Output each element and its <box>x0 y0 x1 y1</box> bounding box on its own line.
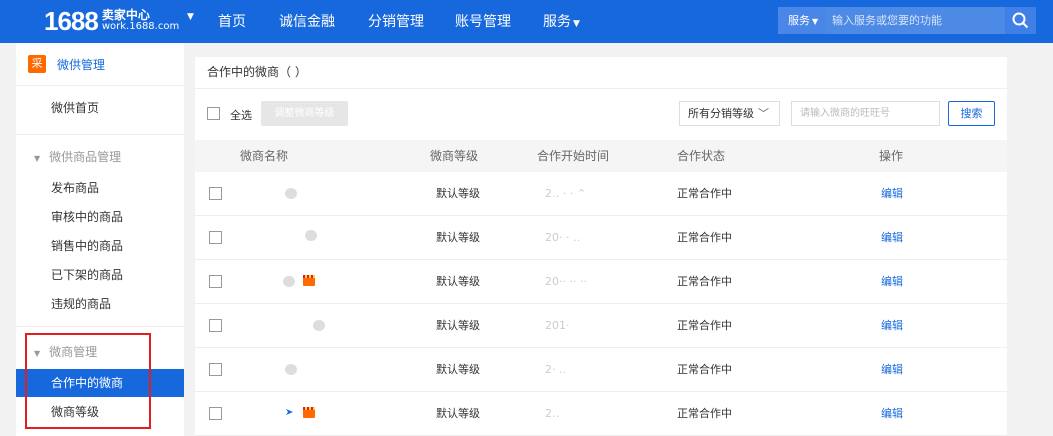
avatar-icon <box>285 188 297 199</box>
logo-subtitle: work.1688.com <box>101 21 180 32</box>
adjust-level-button[interactable]: 调整微商等级 <box>261 101 348 126</box>
sidebar-group-goods[interactable]: ▼ 微供商品管理 <box>16 143 184 171</box>
shop-icon <box>303 275 315 286</box>
row-level: 默认等级 <box>436 407 480 420</box>
highlight-box <box>25 333 151 429</box>
row-checkbox[interactable] <box>209 407 222 420</box>
sidebar-item-offshelf[interactable]: 已下架的商品 <box>16 261 184 289</box>
col-start-date: 合作开始时间 <box>537 149 610 163</box>
col-status: 合作状态 <box>677 149 726 163</box>
row-status: 正常合作中 <box>677 319 732 332</box>
row-level: 默认等级 <box>436 275 480 288</box>
search-scope-select[interactable]: 服务 ▼ <box>778 7 825 34</box>
col-action: 操作 <box>879 149 904 163</box>
sidebar-item-reviewing[interactable]: 审核中的商品 <box>16 203 184 231</box>
row-checkbox[interactable] <box>209 363 222 376</box>
select-all-checkbox[interactable] <box>207 107 220 120</box>
edit-link[interactable]: 编辑 <box>881 304 903 348</box>
logo[interactable]: 1688 卖家中心 work.1688.com <box>44 8 179 34</box>
edit-link[interactable]: 编辑 <box>881 348 903 392</box>
sidebar-item-selling[interactable]: 销售中的商品 <box>16 232 184 260</box>
table-row: 默认等级 2‥ 正常合作中 编辑 <box>195 392 1007 436</box>
sidebar-item-publish[interactable]: 发布商品 <box>16 174 184 202</box>
row-checkbox[interactable] <box>209 231 222 244</box>
row-level: 默认等级 <box>436 363 480 376</box>
table-row: 默认等级 2· ‥ 正常合作中 编辑 <box>195 348 1007 392</box>
nav-home[interactable]: 首页 <box>218 13 246 31</box>
row-checkbox[interactable] <box>209 319 222 332</box>
avatar-icon <box>313 320 325 331</box>
row-date: 2‥ <box>545 407 560 420</box>
top-bar: 1688 卖家中心 work.1688.com ▼ 首页 诚信金融 分销管理 账… <box>0 0 1053 43</box>
search-button[interactable] <box>1005 7 1036 34</box>
table-row: 默认等级 2‥ · · ⌃ 正常合作中 编辑 <box>195 172 1007 216</box>
table-header: 微商名称 微商等级 合作开始时间 合作状态 操作 <box>195 140 1007 172</box>
sidebar-item-home[interactable]: 微供首页 <box>16 94 184 122</box>
table-row: 默认等级 201· 正常合作中 编辑 <box>195 304 1007 348</box>
divider <box>16 134 184 135</box>
row-status: 正常合作中 <box>677 231 732 244</box>
caret-down-icon: ▼ <box>573 19 580 29</box>
search-icon <box>1012 12 1029 29</box>
avatar-icon <box>285 364 297 375</box>
search-input[interactable] <box>825 7 1005 34</box>
avatar-icon <box>305 230 317 241</box>
caret-down-icon: ▼ <box>812 17 819 26</box>
col-level: 微商等级 <box>430 149 479 163</box>
edit-link[interactable]: 编辑 <box>881 172 903 216</box>
sidebar-header: 采 微供管理 <box>16 43 184 86</box>
row-level: 默认等级 <box>436 319 480 332</box>
row-status: 正常合作中 <box>677 363 732 376</box>
search-button[interactable]: 搜索 <box>948 101 995 126</box>
page-title: 合作中的微商（ ） <box>207 65 307 79</box>
main-panel: 合作中的微商（ ） 全选 调整微商等级 所有分销等级﹀ 搜索 微商名称 微商等级… <box>195 57 1007 436</box>
caret-down-icon[interactable]: ▼ <box>187 12 194 22</box>
sidebar-item-violation[interactable]: 违规的商品 <box>16 290 184 318</box>
table-row: 默认等级 20·· ·· ·· 正常合作中 编辑 <box>195 260 1007 304</box>
row-level: 默认等级 <box>436 187 480 200</box>
global-search: 服务 ▼ <box>778 7 1036 34</box>
row-level: 默认等级 <box>436 231 480 244</box>
divider <box>16 326 184 327</box>
row-checkbox[interactable] <box>209 187 222 200</box>
sidebar-title[interactable]: 微供管理 <box>57 56 105 73</box>
row-checkbox[interactable] <box>209 275 222 288</box>
table-row: 默认等级 20· · ‥ 正常合作中 编辑 <box>195 216 1007 260</box>
level-select[interactable]: 所有分销等级 ﹀ <box>679 101 780 126</box>
edit-link[interactable]: 编辑 <box>881 392 903 436</box>
toolbar: 全选 调整微商等级 所有分销等级﹀ 搜索 <box>195 89 1007 139</box>
select-all-label: 全选 <box>230 109 252 122</box>
edit-link[interactable]: 编辑 <box>881 216 903 260</box>
wangwang-input[interactable] <box>791 101 940 126</box>
shop-icon <box>303 407 315 418</box>
nav-service[interactable]: 服务 ▼ <box>543 13 580 33</box>
avatar-icon <box>283 276 295 287</box>
arrow-icon <box>286 409 293 415</box>
row-date: 2‥ · · ⌃ <box>545 187 587 200</box>
nav-distribution[interactable]: 分销管理 <box>368 13 424 31</box>
col-name: 微商名称 <box>240 149 289 163</box>
chevron-down-icon: ﹀ <box>758 107 769 120</box>
row-date: 20· · ‥ <box>545 231 581 244</box>
logo-number: 1688 <box>44 6 99 36</box>
triangle-down-icon: ▼ <box>34 154 41 163</box>
row-date: 20·· ·· ·· <box>545 275 587 288</box>
row-date: 201· <box>545 319 570 332</box>
row-status: 正常合作中 <box>677 187 732 200</box>
nav-finance[interactable]: 诚信金融 <box>279 13 335 31</box>
row-date: 2· ‥ <box>545 363 567 376</box>
row-status: 正常合作中 <box>677 407 732 420</box>
nav-account[interactable]: 账号管理 <box>455 13 511 31</box>
supply-logo-icon: 采 <box>28 55 46 73</box>
row-status: 正常合作中 <box>677 275 732 288</box>
logo-title: 卖家中心 <box>101 8 150 22</box>
edit-link[interactable]: 编辑 <box>881 260 903 304</box>
